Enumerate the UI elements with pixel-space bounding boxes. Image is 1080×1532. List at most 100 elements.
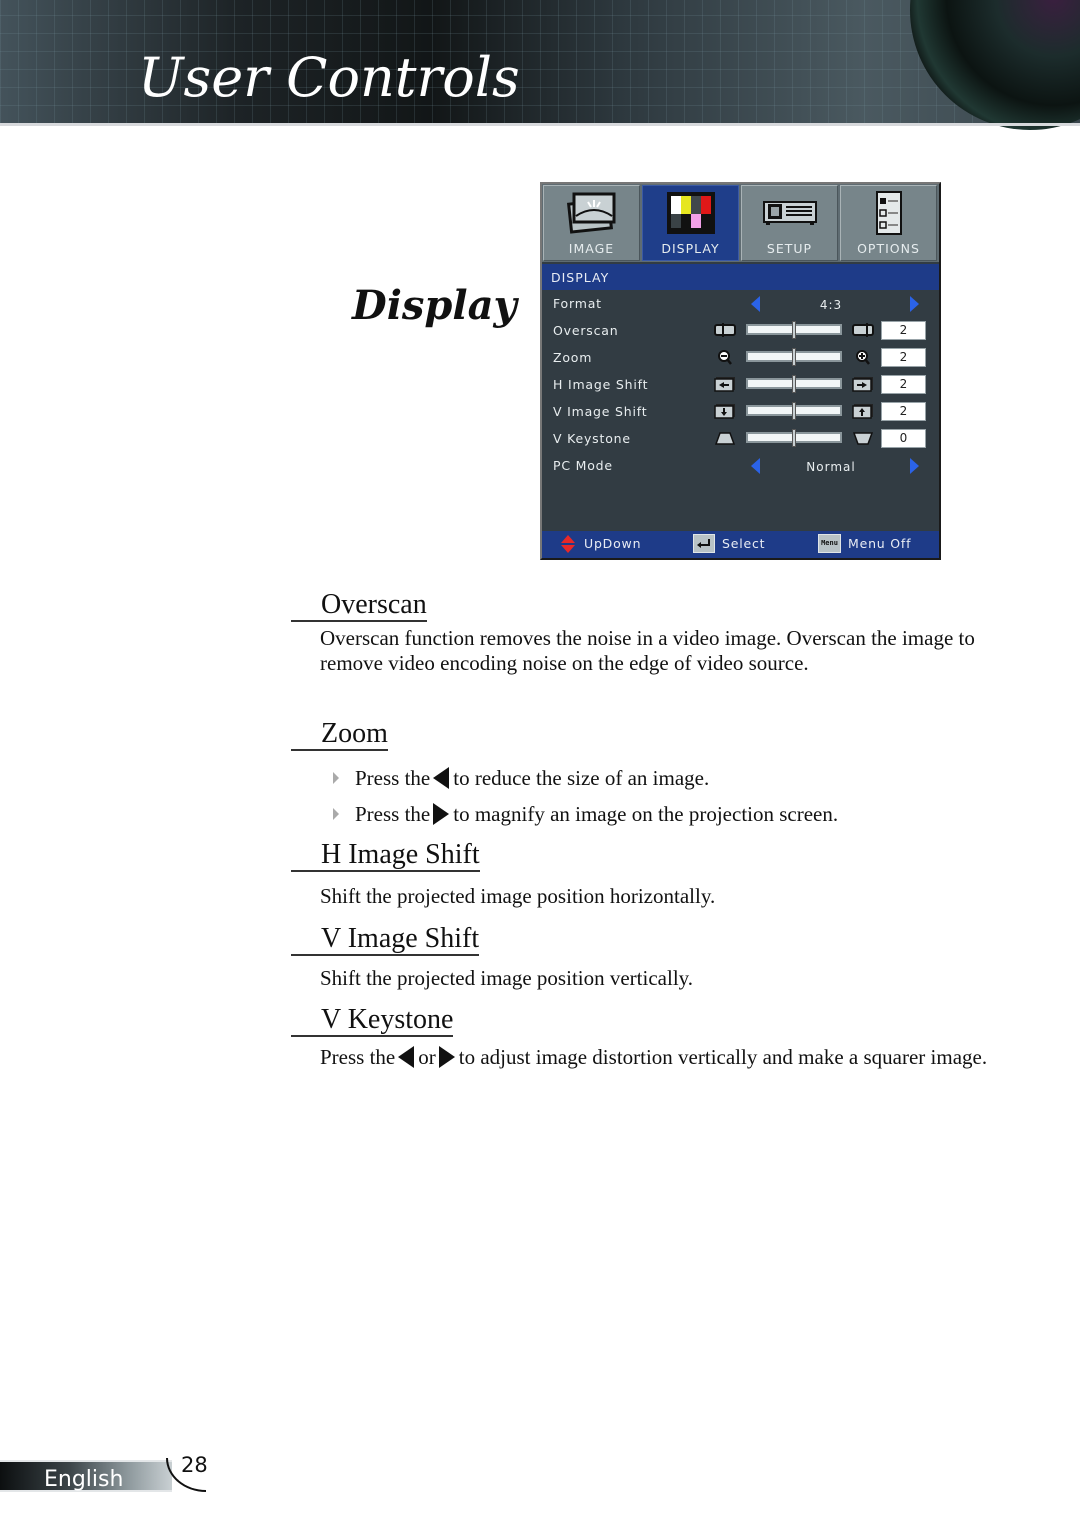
- language-bar: English: [0, 1460, 172, 1492]
- zoom-out-icon: [718, 350, 732, 365]
- value-box: 2: [881, 348, 926, 367]
- tab-label: SETUP: [766, 241, 813, 256]
- arrow-left-icon[interactable]: [751, 296, 760, 312]
- heading-zoom: Zoom: [291, 719, 388, 751]
- bullet-text-post: to magnify an image on the projection sc…: [453, 802, 839, 826]
- bullet-icon: [333, 808, 339, 820]
- arrow-right-icon[interactable]: [910, 296, 919, 312]
- left-arrow-icon: [398, 1046, 415, 1068]
- projector-icon: [762, 201, 817, 225]
- menu-off-label: Menu Off: [848, 536, 912, 551]
- osd-footer: UpDown Select Menu Menu Off: [542, 531, 939, 558]
- osd-subheader: DISPLAY: [542, 264, 939, 290]
- left-arrow-icon: [433, 767, 450, 789]
- osd-tab-bar: IMAGE DISPLAY SETUP OPTIONS: [542, 184, 939, 262]
- zoom-bullet-reduce: Press the to reduce the size of an image.: [333, 766, 709, 791]
- shift-up-icon: [852, 404, 873, 419]
- tab-label: OPTIONS: [857, 241, 920, 256]
- enter-key-icon: [693, 534, 715, 553]
- heading-v-keystone: V Keystone: [291, 1005, 454, 1037]
- osd-row-pc-mode[interactable]: PC Mode Normal: [542, 454, 939, 480]
- osd-row-zoom[interactable]: Zoom 2: [542, 346, 939, 372]
- value-box: 0: [881, 429, 926, 448]
- header-banner: User Controls: [0, 0, 1080, 130]
- updown-label: UpDown: [584, 536, 642, 551]
- v-keystone-slider[interactable]: [746, 429, 842, 447]
- keystone-narrow-top-icon: [714, 432, 736, 445]
- tab-display[interactable]: DISPLAY: [642, 185, 739, 261]
- tab-label: IMAGE: [568, 241, 615, 256]
- h-image-shift-description: Shift the projected image position horiz…: [320, 884, 716, 908]
- osd-subheader-label: DISPLAY: [551, 270, 610, 285]
- row-label: Format: [553, 296, 602, 311]
- osd-row-v-image-shift[interactable]: V Image Shift 2: [542, 400, 939, 426]
- tab-image[interactable]: IMAGE: [543, 185, 640, 261]
- tab-setup[interactable]: SETUP: [741, 185, 838, 261]
- heading-h-image-shift: H Image Shift: [291, 840, 480, 872]
- osd-row-h-image-shift[interactable]: H Image Shift 2: [542, 373, 939, 399]
- text-post: to adjust image distortion vertically an…: [458, 1045, 988, 1069]
- option-value: Normal: [806, 460, 856, 474]
- value-box: 2: [881, 321, 926, 340]
- select-label: Select: [722, 536, 766, 551]
- projector-lens-graphic: [910, 0, 1080, 130]
- keystone-narrow-bottom-icon: [852, 432, 874, 445]
- image-icon: [566, 192, 615, 234]
- zoom-slider[interactable]: [746, 348, 842, 366]
- menu-key-icon: Menu: [818, 534, 841, 553]
- updown-arrows-icon: [561, 535, 575, 553]
- slider-thumb[interactable]: [792, 348, 796, 366]
- right-arrow-icon: [438, 1046, 455, 1068]
- page-header-title: User Controls: [138, 46, 520, 109]
- right-arrow-icon: [433, 803, 450, 825]
- checklist-icon: [875, 191, 902, 235]
- row-label: V Keystone: [553, 431, 631, 446]
- value-box: 2: [881, 402, 926, 421]
- page-number: 28: [181, 1453, 208, 1477]
- display-color-bars-icon: [666, 192, 715, 234]
- row-label: Overscan: [553, 323, 619, 338]
- language-label: English: [44, 1467, 124, 1492]
- osd-row-format[interactable]: Format 4:3: [542, 292, 939, 318]
- overscan-description: Overscan function removes the noise in a…: [320, 626, 975, 675]
- slider-thumb[interactable]: [792, 321, 796, 339]
- bullet-icon: [333, 772, 339, 784]
- bullet-text-pre: Press the: [355, 766, 431, 790]
- shift-down-icon: [714, 404, 735, 419]
- arrow-right-icon[interactable]: [910, 458, 919, 474]
- slider-thumb[interactable]: [792, 375, 796, 393]
- slider-thumb[interactable]: [792, 402, 796, 420]
- heading-v-image-shift: V Image Shift: [291, 924, 480, 956]
- heading-overscan: Overscan: [291, 590, 427, 622]
- zoom-in-icon: [856, 350, 870, 365]
- tab-label: DISPLAY: [661, 241, 720, 256]
- bullet-text-post: to reduce the size of an image.: [453, 766, 710, 790]
- shift-left-icon: [714, 377, 735, 392]
- row-label: H Image Shift: [553, 377, 649, 392]
- osd-row-overscan[interactable]: Overscan 2: [542, 319, 939, 345]
- v-keystone-description: Press the or to adjust image distortion ve…: [320, 1043, 1008, 1072]
- arrow-left-icon[interactable]: [751, 458, 760, 474]
- option-value: 4:3: [819, 298, 843, 312]
- tab-options[interactable]: OPTIONS: [840, 185, 937, 261]
- shift-right-icon: [852, 377, 873, 392]
- row-label: V Image Shift: [553, 404, 648, 419]
- v-image-shift-slider[interactable]: [746, 402, 842, 420]
- v-image-shift-description: Shift the projected image position verti…: [320, 966, 694, 990]
- text-pre: Press the: [320, 1045, 396, 1069]
- overscan-less-icon: [714, 323, 736, 337]
- text-mid: or: [418, 1045, 436, 1069]
- value-box: 2: [881, 375, 926, 394]
- bullet-text-pre: Press the: [355, 802, 431, 826]
- h-image-shift-slider[interactable]: [746, 375, 842, 393]
- osd-row-v-keystone[interactable]: V Keystone 0: [542, 427, 939, 453]
- overscan-slider[interactable]: [746, 321, 842, 339]
- overscan-more-icon: [852, 323, 874, 337]
- row-label: Zoom: [553, 350, 593, 365]
- zoom-bullet-magnify: Press the to magnify an image on the proj…: [333, 802, 838, 827]
- osd-menu-screenshot: IMAGE DISPLAY SETUP OPTIONS DISPLAY Form…: [540, 182, 941, 560]
- row-label: PC Mode: [553, 458, 613, 473]
- section-title: Display: [352, 282, 517, 329]
- slider-thumb[interactable]: [792, 429, 796, 447]
- header-divider: [0, 123, 1080, 126]
